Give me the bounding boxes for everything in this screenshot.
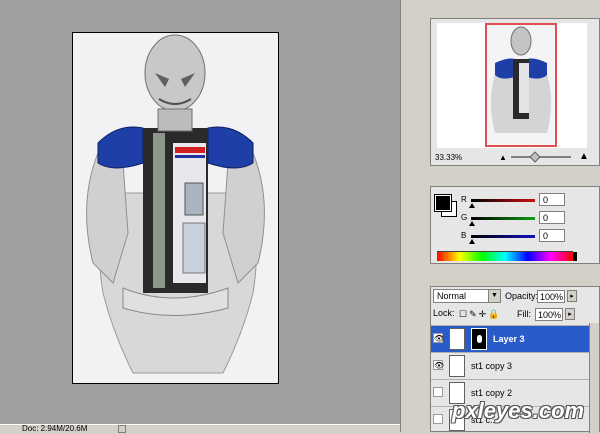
green-value-input[interactable]: 0 [539,211,565,224]
layer-thumbnail [449,355,465,377]
eye-icon[interactable]: 👁 [433,333,444,343]
opacity-input[interactable]: 100% [537,290,565,303]
layer-row[interactable]: 👁 Layer 3 [431,325,591,352]
layer-mask-thumbnail[interactable] [471,328,487,350]
navigator-view-box[interactable] [485,23,557,147]
navigator-zoom-slider[interactable] [511,156,571,158]
watermark-logo: pxleyes.com [452,398,585,423]
fill-label: Fill: [517,309,531,319]
blue-channel-label: B [461,231,467,240]
blue-channel-slider[interactable] [471,235,535,238]
lock-options-icons[interactable]: ☐✎✛🔒 [459,309,501,320]
blue-value-input[interactable]: 0 [539,229,565,242]
fill-input[interactable]: 100% [535,308,563,321]
navigator-preview[interactable] [437,23,587,148]
layer-name: Layer 3 [493,334,525,344]
color-panel: R 0 G 0 B 0 [430,186,600,264]
red-channel-label: R [461,195,467,204]
layer-name: st1 copy 3 [471,361,513,371]
color-spectrum-ramp[interactable] [437,251,577,261]
navigator-panel: 33.33% ▲ ▲ [430,18,600,166]
layer-thumbnail [449,328,465,350]
zoom-in-icon[interactable]: ▲ [579,151,589,162]
opacity-label: Opacity: [505,291,539,301]
zoom-out-icon[interactable]: ▲ [499,153,507,162]
green-slider-thumb-icon[interactable] [469,221,475,226]
panel-dock: 33.33% ▲ ▲ R 0 G 0 B 0 Normal ▼ Opacity:… [410,0,600,433]
canvas-vertical-scrollbar[interactable] [400,0,410,432]
red-value-input[interactable]: 0 [539,193,565,206]
chevron-down-icon[interactable]: ▼ [488,290,500,302]
robot-figure-artwork [73,33,278,383]
layer-name: st1 copy 2 [471,388,513,398]
blue-slider-thumb-icon[interactable] [469,239,475,244]
blend-mode-select[interactable]: Normal ▼ [433,289,501,303]
navigator-zoom-value[interactable]: 33.33% [435,153,462,162]
foreground-color-swatch[interactable] [434,194,452,212]
blend-mode-value: Normal [437,291,467,301]
layer-row[interactable]: 👁 st1 copy 3 [431,352,591,379]
red-slider-thumb-icon[interactable] [469,203,475,208]
eye-icon[interactable]: 👁 [433,360,444,370]
green-channel-slider[interactable] [471,217,535,220]
document-image[interactable] [72,32,279,384]
opacity-arrow-icon[interactable]: ▸ [567,290,577,302]
lock-label: Lock: [433,308,455,318]
eye-hidden-icon[interactable] [433,387,443,397]
navigator-zoom-slider-thumb[interactable] [529,151,541,163]
fill-arrow-icon[interactable]: ▸ [565,308,575,320]
green-channel-label: G [461,213,468,222]
canvas-area[interactable] [0,0,400,432]
layers-scrollbar[interactable] [589,323,599,433]
eye-hidden-icon[interactable] [433,414,443,424]
red-channel-slider[interactable] [471,199,535,202]
